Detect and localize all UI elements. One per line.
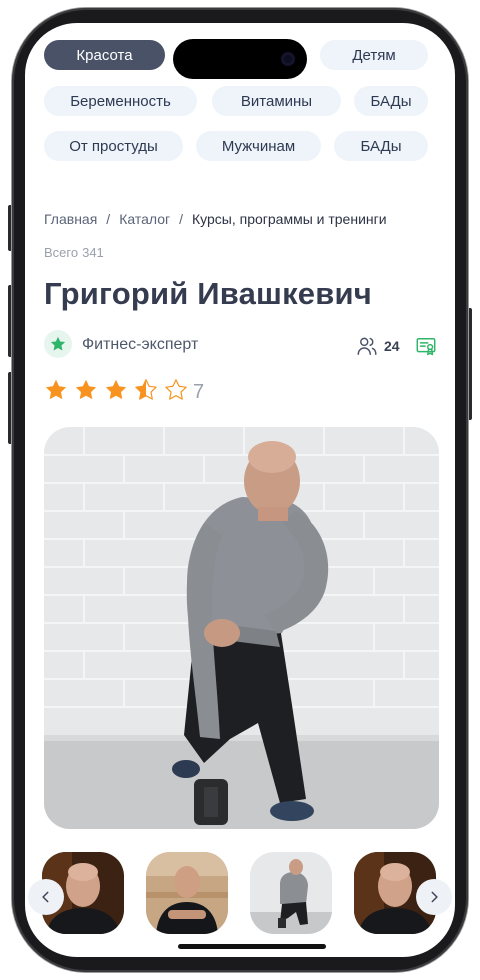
users-icon	[357, 337, 377, 355]
star-full-icon	[105, 379, 127, 400]
chip-vitaminy[interactable]: Витамины	[212, 86, 341, 116]
breadcrumb-separator: /	[179, 211, 183, 227]
chip-krasota[interactable]: Красота	[44, 40, 165, 70]
total-value: 341	[82, 245, 104, 260]
star-half-icon	[135, 379, 157, 400]
chip-ot-prostudy[interactable]: От простуды	[44, 131, 183, 161]
star-empty-icon	[165, 379, 187, 400]
breadcrumb-home[interactable]: Главная	[44, 211, 97, 227]
certificate-icon[interactable]	[415, 336, 437, 358]
star-full-icon	[75, 379, 97, 400]
role-badge	[44, 330, 72, 358]
chip-bady-2[interactable]: БАДы	[334, 131, 428, 161]
gallery-prev-button[interactable]	[28, 879, 64, 915]
chip-beremennost[interactable]: Беременность	[44, 86, 197, 116]
chevron-right-icon	[431, 891, 438, 903]
gallery-thumbnail[interactable]	[146, 852, 228, 934]
total-count: Всего 341	[44, 245, 104, 260]
chip-muzhchinam[interactable]: Мужчинам	[196, 131, 321, 161]
chip-bady[interactable]: БАДы	[354, 86, 428, 116]
home-indicator[interactable]	[178, 944, 326, 949]
gallery-next-button[interactable]	[416, 879, 452, 915]
star-full-icon	[45, 379, 67, 400]
gallery-thumbnail[interactable]	[250, 852, 332, 934]
students-count: 24	[384, 338, 400, 354]
page-title: Григорий Ивашкевич	[44, 276, 372, 311]
rating-stars	[44, 378, 188, 402]
dynamic-island	[173, 39, 307, 79]
chip-detyam[interactable]: Детям	[320, 40, 428, 70]
chevron-left-icon	[42, 891, 49, 903]
expert-photo[interactable]	[44, 427, 439, 829]
star-badge-icon	[50, 336, 66, 351]
expert-role: Фитнес-эксперт	[82, 336, 199, 353]
camera-icon	[281, 52, 295, 66]
breadcrumb-catalog[interactable]: Каталог	[119, 211, 170, 227]
breadcrumb-current: Курсы, программы и тренинги	[191, 211, 387, 227]
breadcrumb: Главная / Каталог / Курсы, программы и трени…	[44, 211, 387, 227]
reviews-count[interactable]: 7	[193, 381, 204, 404]
breadcrumb-separator: /	[106, 211, 111, 227]
total-label: Всего	[44, 245, 79, 260]
